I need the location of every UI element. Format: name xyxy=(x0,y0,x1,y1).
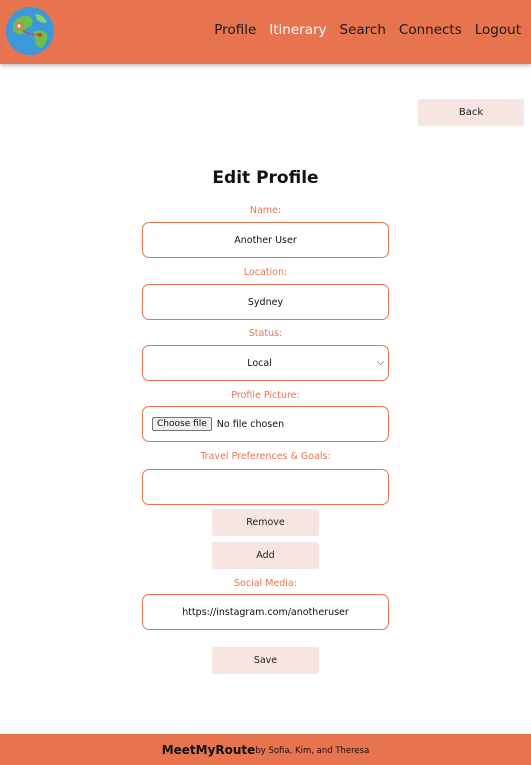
top-navbar: Profile Itinerary Search Connects Logout xyxy=(0,0,531,64)
preferences-field[interactable] xyxy=(142,469,389,505)
footer-credits: by Sofia, Kim, and Theresa xyxy=(255,745,370,756)
social-media-label: Social Media: xyxy=(234,578,297,589)
remove-button[interactable]: Remove xyxy=(212,509,319,536)
globe-icon[interactable] xyxy=(5,6,55,56)
back-button[interactable]: Back xyxy=(418,99,524,126)
nav-profile[interactable]: Profile xyxy=(214,22,256,38)
footer-brand: MeetMyRoute xyxy=(161,742,256,757)
picture-label: Profile Picture: xyxy=(231,390,300,401)
nav-logout[interactable]: Logout xyxy=(475,22,521,38)
name-field[interactable] xyxy=(142,222,389,258)
preferences-label: Travel Preferences & Goals: xyxy=(200,451,331,462)
nav-connects[interactable]: Connects xyxy=(399,22,462,38)
file-status-text: No file chosen xyxy=(216,418,285,430)
nav-itinerary[interactable]: Itinerary xyxy=(269,22,326,38)
status-label: Status: xyxy=(248,328,283,339)
social-media-field[interactable] xyxy=(142,594,389,630)
main-nav: Profile Itinerary Search Connects Logout xyxy=(214,22,521,38)
status-selected-value: Local xyxy=(247,357,272,369)
location-field[interactable] xyxy=(142,284,389,320)
page-title: Edit Profile xyxy=(212,168,319,188)
chevron-down-icon: ⌵ xyxy=(377,358,384,368)
name-label: Name: xyxy=(249,205,282,216)
profile-picture-input[interactable]: Choose file No file chosen xyxy=(142,406,389,442)
location-label: Location: xyxy=(243,267,288,278)
save-button[interactable]: Save xyxy=(212,647,319,674)
nav-search[interactable]: Search xyxy=(340,22,386,38)
status-select[interactable]: Local ⌵ xyxy=(142,345,389,381)
add-button[interactable]: Add xyxy=(212,542,319,569)
choose-file-button[interactable]: Choose file xyxy=(152,417,212,431)
footer: MeetMyRoute by Sofia, Kim, and Theresa xyxy=(0,734,531,765)
